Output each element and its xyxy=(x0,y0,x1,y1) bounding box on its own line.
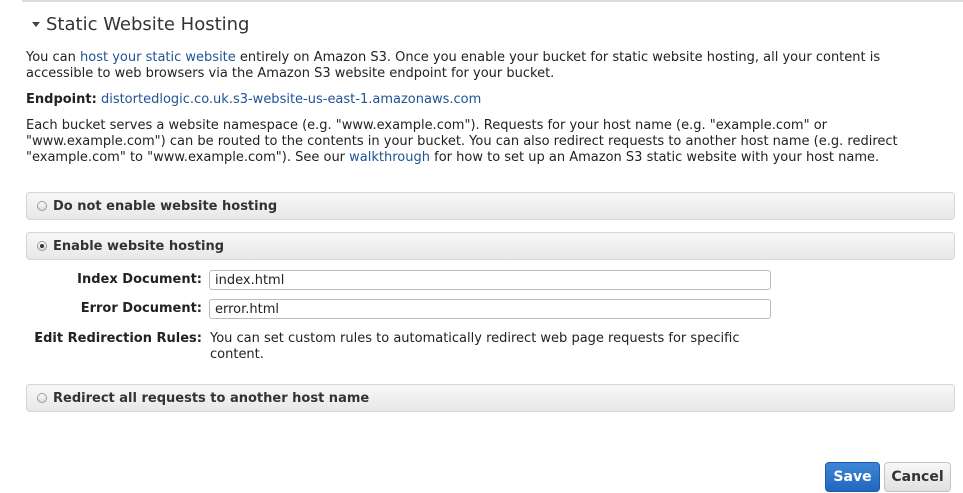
enable-hosting-radio[interactable] xyxy=(37,241,47,251)
enable-hosting-label: Enable website hosting xyxy=(53,238,225,254)
section-header[interactable]: Static Website Hosting xyxy=(32,12,249,36)
error-document-input[interactable] xyxy=(209,299,771,319)
option-disable-hosting[interactable]: Do not enable website hosting xyxy=(26,192,955,220)
namespace-text: Each bucket serves a website namespace (… xyxy=(26,118,936,166)
redirect-requests-label: Redirect all requests to another host na… xyxy=(53,390,370,406)
error-document-label: Error Document: xyxy=(80,301,202,316)
redirect-requests-radio[interactable] xyxy=(37,393,47,403)
endpoint-label: Endpoint: xyxy=(26,92,97,107)
endpoint-link[interactable]: distortedlogic.co.uk.s3-website-us-east-… xyxy=(101,92,481,107)
disable-hosting-radio[interactable] xyxy=(37,201,47,211)
cancel-button[interactable]: Cancel xyxy=(884,462,951,492)
intro-text: You can host your static website entirel… xyxy=(26,50,936,82)
redirection-description: You can set custom rules to automaticall… xyxy=(210,331,740,362)
option-redirect-requests[interactable]: Redirect all requests to another host na… xyxy=(26,384,955,412)
index-document-input[interactable] xyxy=(209,270,771,290)
section-title: Static Website Hosting xyxy=(46,13,250,35)
host-static-website-link[interactable]: host your static website xyxy=(80,50,236,65)
option-enable-hosting[interactable]: Enable website hosting xyxy=(26,232,955,260)
disable-hosting-label: Do not enable website hosting xyxy=(53,198,278,214)
static-website-hosting-panel: Static Website Hosting You can host your… xyxy=(22,0,963,493)
namespace-suffix: for how to set up an Amazon S3 static we… xyxy=(430,150,880,165)
index-document-label: Index Document: xyxy=(77,272,202,287)
collapse-triangle-icon[interactable] xyxy=(32,22,40,27)
intro-prefix: You can xyxy=(26,50,81,65)
save-button[interactable]: Save xyxy=(825,462,880,492)
endpoint-row: Endpoint: distortedlogic.co.uk.s3-websit… xyxy=(26,92,936,108)
walkthrough-link[interactable]: walkthrough xyxy=(349,150,430,165)
edit-redirection-rules-label[interactable]: Edit Redirection Rules: xyxy=(22,331,202,346)
